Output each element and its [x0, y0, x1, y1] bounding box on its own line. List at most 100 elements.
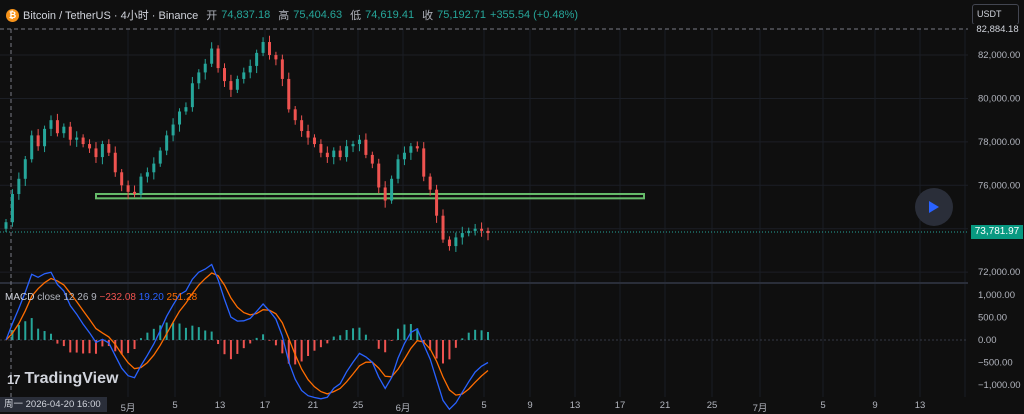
candle-body	[203, 63, 207, 73]
candle-body	[293, 109, 297, 121]
candle-body	[377, 163, 381, 188]
macd-tick-label: 500.00	[978, 313, 1007, 324]
currency-selector[interactable]: USDT	[972, 4, 1019, 25]
high-value: 75,404.63	[293, 9, 343, 21]
change-value: +355.54 (+0.48%)	[490, 9, 579, 21]
candle-body	[139, 176, 143, 194]
candle-body	[4, 222, 8, 229]
candle-body	[100, 144, 104, 158]
macd-tick-label: 0.00	[978, 335, 997, 346]
open-label: 开	[206, 10, 218, 22]
time-tick-label: 25	[352, 400, 364, 411]
macd-signal-value: 251.28	[166, 292, 198, 303]
candle-body	[396, 159, 400, 179]
candle-body	[390, 178, 394, 201]
candle-body	[113, 152, 117, 173]
time-tick-label: 5	[172, 400, 178, 411]
close-label: 收	[422, 10, 434, 22]
price-tick-label: 72,000.00	[978, 267, 1020, 278]
candle-body	[94, 148, 98, 158]
candle-body	[190, 83, 194, 108]
candle-body	[242, 72, 246, 79]
low-value: 74,619.41	[365, 9, 415, 21]
candle-body	[319, 144, 323, 153]
candle-body	[287, 78, 291, 110]
candle-body	[120, 172, 124, 186]
candle-body	[473, 228, 477, 231]
chart-canvas[interactable]: 82,000.0080,000.0078,000.0076,000.0074,0…	[0, 0, 1024, 412]
candle-body	[345, 146, 349, 158]
bitcoin-icon: ₿	[6, 8, 19, 22]
candle-body	[422, 148, 426, 177]
low-label: 低	[350, 10, 362, 22]
time-tick-label: 9	[527, 400, 533, 411]
candle-body	[402, 152, 406, 160]
candle-body	[447, 239, 451, 247]
price-tick-label: 82,000.00	[978, 50, 1020, 61]
candle-body	[467, 230, 471, 234]
candle-body	[435, 189, 439, 216]
candle-body	[210, 48, 214, 64]
macd-name[interactable]: MACD	[5, 292, 34, 303]
candle-body	[178, 111, 182, 125]
time-tick-label: 9	[872, 400, 878, 411]
candle-body	[338, 150, 342, 158]
candle-body	[235, 78, 239, 90]
last-price-label: 73,781.97	[971, 225, 1023, 239]
time-tick-label: 13	[569, 400, 581, 411]
support-zone-rectangle	[95, 192, 645, 200]
macd-line-value: 19.20	[138, 292, 164, 303]
time-tick-label: 25	[706, 400, 718, 411]
symbol-title[interactable]: Bitcoin / TetherUS · 4小时 · Binance	[23, 7, 198, 23]
candle-body	[223, 68, 227, 82]
candle-body	[454, 237, 458, 247]
candle-body	[17, 178, 21, 194]
candle-body	[145, 172, 149, 177]
candle-body	[75, 137, 79, 140]
candle-body	[364, 139, 368, 155]
macd-tick-label: −1,000.00	[978, 380, 1021, 391]
crosshair-time-label: 周一 2026-04-20 16:00	[0, 397, 107, 412]
candle-body	[441, 215, 445, 240]
tradingview-logo[interactable]: 17 TradingView	[7, 370, 118, 388]
candle-body	[30, 135, 34, 160]
price-tick-label: 76,000.00	[978, 180, 1020, 191]
candle-body	[216, 48, 220, 69]
candle-body	[460, 233, 464, 238]
macd-tick-label: −500.00	[978, 358, 1013, 369]
candle-body	[370, 154, 374, 164]
open-value: 74,837.18	[221, 9, 271, 21]
candle-body	[49, 120, 53, 129]
candle-body	[306, 131, 310, 138]
tradingview-logo-text: TradingView	[24, 370, 119, 387]
candle-body	[36, 135, 40, 147]
candle-body	[312, 137, 316, 145]
candle-body	[88, 144, 92, 149]
macd-legend[interactable]: MACD close 12 26 9 −232.08 19.20 251.28	[5, 292, 197, 303]
candle-body	[383, 187, 387, 201]
close-value: 75,192.71	[437, 9, 487, 21]
scroll-to-realtime-button[interactable]	[915, 188, 953, 226]
candle-body	[171, 124, 175, 136]
price-tick-label: 78,000.00	[978, 137, 1020, 148]
candle-body	[280, 59, 284, 79]
price-tick-label: 80,000.00	[978, 93, 1020, 104]
candle-body	[197, 72, 201, 84]
symbol-legend[interactable]: ₿ Bitcoin / TetherUS · 4小时 · Binance 开 74…	[6, 7, 578, 23]
candle-body	[332, 150, 336, 158]
candle-body	[229, 81, 233, 90]
candle-body	[409, 146, 413, 153]
time-axis[interactable]: 5月 5 13 17 21 25 6月 5 9 13 17 21 25 7月 5 9 13	[0, 397, 968, 414]
candle-body	[158, 150, 162, 164]
candle-body	[274, 55, 278, 60]
candle-body	[23, 159, 27, 179]
candlestick-series	[4, 35, 490, 252]
price-axis: 82,000.0080,000.0078,000.0076,000.0074,0…	[978, 50, 1020, 278]
candle-body	[43, 128, 47, 147]
macd-hist-value: −232.08	[99, 292, 136, 303]
time-tick-label: 13	[914, 400, 926, 411]
play-icon	[929, 201, 939, 213]
candle-body	[357, 139, 361, 145]
candle-body	[165, 135, 169, 151]
time-tick-label: 5	[481, 400, 487, 411]
